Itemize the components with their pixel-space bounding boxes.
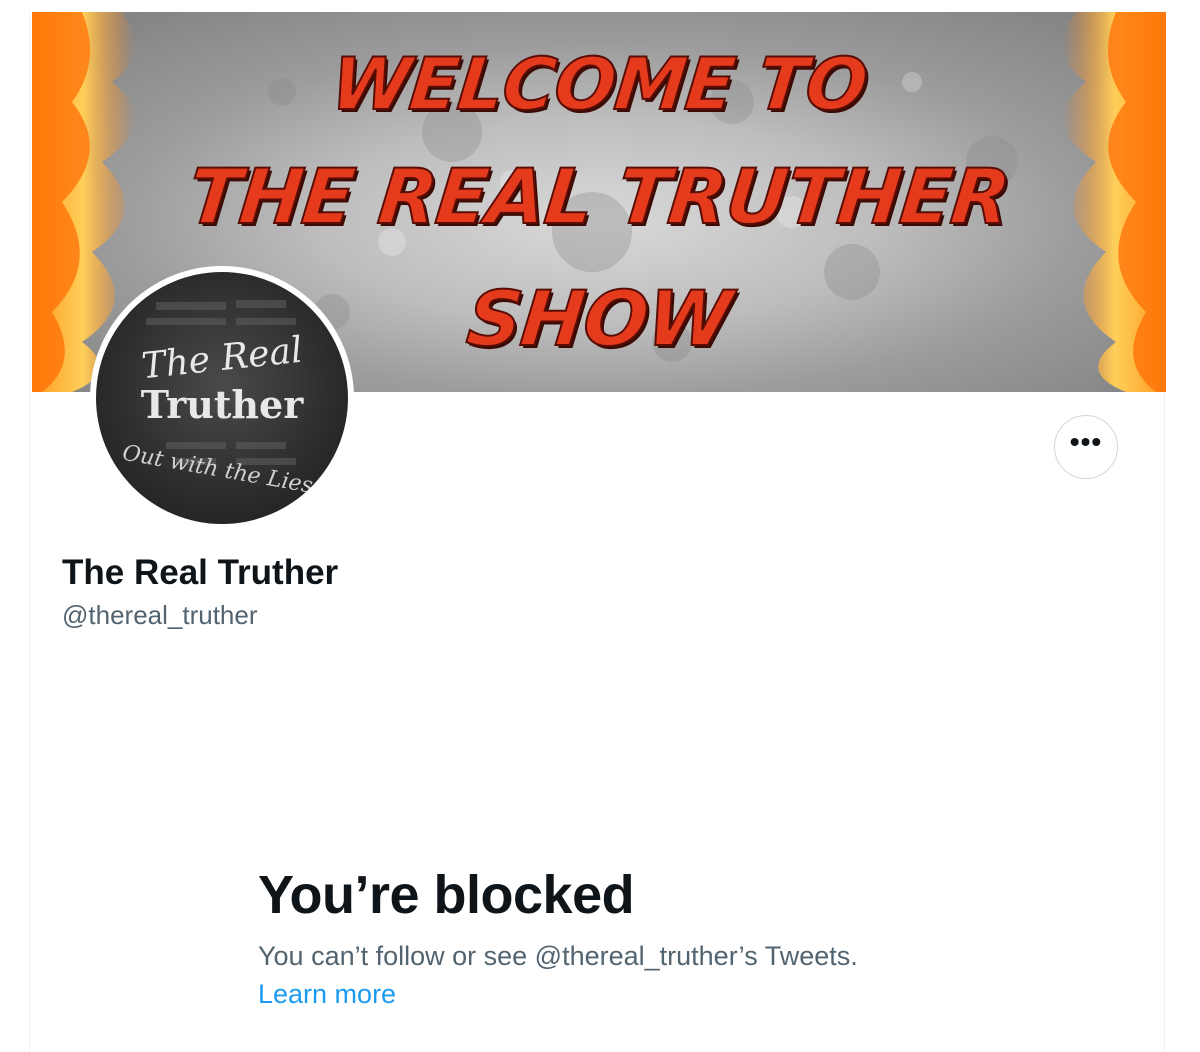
avatar-image: The Real Truther Out with the Lies! xyxy=(96,272,348,524)
blocked-description: You can’t follow or see @thereal_truther… xyxy=(258,941,858,971)
learn-more-link[interactable]: Learn more xyxy=(258,979,396,1010)
avatar-text-line2: Truther xyxy=(140,382,304,427)
avatar[interactable]: The Real Truther Out with the Lies! xyxy=(90,266,354,530)
blocked-title: You’re blocked xyxy=(258,865,635,925)
more-horizontal-icon: ••• xyxy=(1069,426,1103,457)
profile-column: WELCOME TO THE REAL TRUTHER SHOW The Rea… xyxy=(29,12,1166,1052)
profile-handle: @thereal_truther xyxy=(62,600,258,630)
more-options-button[interactable]: ••• xyxy=(1054,415,1118,479)
profile-display-name: The Real Truther xyxy=(62,553,339,592)
banner-title-line1: WELCOME TO xyxy=(326,41,872,127)
banner-title-line2: THE REAL TRUTHER xyxy=(183,151,1014,242)
